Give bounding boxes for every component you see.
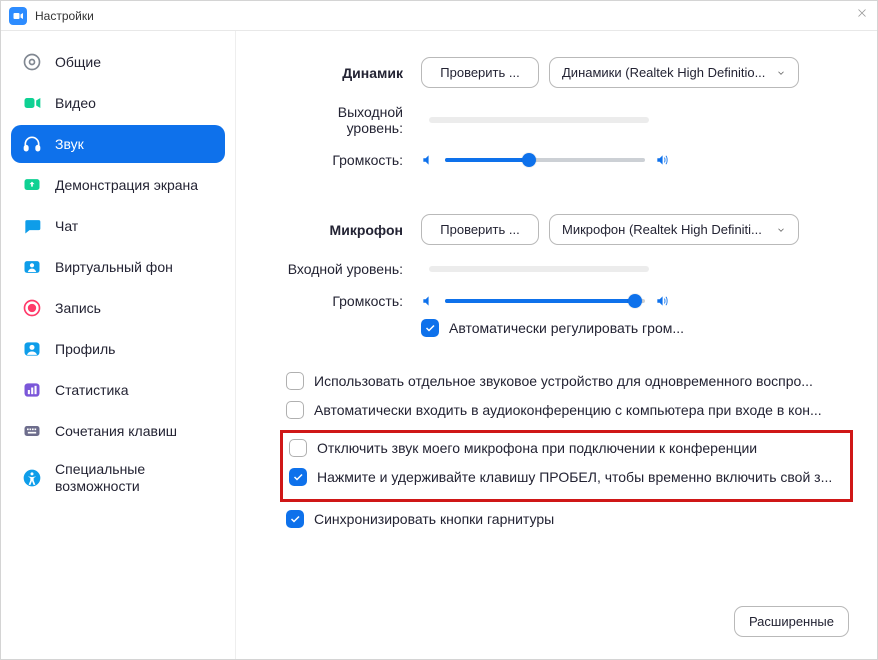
- separate-device-label: Использовать отдельное звуковое устройст…: [314, 372, 847, 391]
- sidebar-item-share-screen[interactable]: Демонстрация экрана: [11, 166, 225, 204]
- output-level-label: Выходной уровень:: [286, 104, 421, 136]
- mic-volume-label: Громкость:: [286, 293, 421, 309]
- speaker-volume-label: Громкость:: [286, 152, 421, 168]
- auto-join-audio-checkbox[interactable]: [286, 401, 304, 419]
- sidebar-item-label: Профиль: [55, 341, 115, 358]
- content-panel: Динамик Проверить ... Динамики (Realtek …: [236, 31, 877, 659]
- sidebar-item-label: Чат: [55, 218, 78, 235]
- sidebar-item-profile[interactable]: Профиль: [11, 330, 225, 368]
- test-mic-button[interactable]: Проверить ...: [421, 214, 539, 245]
- mic-device-select[interactable]: Микрофон (Realtek High Definiti...: [549, 214, 799, 245]
- space-unmute-checkbox[interactable]: [289, 468, 307, 486]
- mute-on-join-label: Отключить звук моего микрофона при подкл…: [317, 439, 844, 458]
- sidebar: Общие Видео Звук Демонстрация экрана Чат…: [1, 31, 236, 659]
- volume-low-icon: [421, 294, 435, 308]
- gear-icon: [21, 51, 43, 73]
- titlebar: Настройки: [1, 1, 877, 31]
- auto-adjust-mic-checkbox[interactable]: [421, 319, 439, 337]
- headphones-icon: [21, 133, 43, 155]
- auto-adjust-mic-label: Автоматически регулировать гром...: [449, 319, 684, 338]
- sidebar-item-chat[interactable]: Чат: [11, 207, 225, 245]
- sidebar-item-statistics[interactable]: Статистика: [11, 371, 225, 409]
- input-level-meter: [429, 266, 847, 272]
- mute-on-join-checkbox[interactable]: [289, 439, 307, 457]
- chat-icon: [21, 215, 43, 237]
- sidebar-item-label: Звук: [55, 136, 84, 153]
- advanced-button[interactable]: Расширенные: [734, 606, 849, 637]
- sidebar-item-accessibility[interactable]: Специальные возможности: [11, 453, 225, 503]
- sidebar-item-label: Сочетания клавиш: [55, 423, 177, 440]
- profile-icon: [21, 338, 43, 360]
- space-unmute-label: Нажмите и удерживайте клавишу ПРОБЕЛ, чт…: [317, 468, 844, 487]
- sync-headset-label: Синхронизировать кнопки гарнитуры: [314, 510, 847, 529]
- sync-headset-checkbox[interactable]: [286, 510, 304, 528]
- speaker-device-select[interactable]: Динамики (Realtek High Definitio...: [549, 57, 799, 88]
- mic-volume-slider[interactable]: [445, 299, 645, 303]
- window-title: Настройки: [35, 9, 94, 23]
- virtual-bg-icon: [21, 256, 43, 278]
- sidebar-item-audio[interactable]: Звук: [11, 125, 225, 163]
- auto-join-audio-label: Автоматически входить в аудиоконференцию…: [314, 401, 847, 420]
- accessibility-icon: [21, 467, 43, 489]
- input-level-label: Входной уровень:: [286, 261, 421, 277]
- sidebar-item-label: Запись: [55, 300, 101, 317]
- sidebar-item-label: Статистика: [55, 382, 129, 399]
- sidebar-item-general[interactable]: Общие: [11, 43, 225, 81]
- sidebar-item-label: Видео: [55, 95, 96, 112]
- sidebar-item-video[interactable]: Видео: [11, 84, 225, 122]
- microphone-section-label: Микрофон: [286, 222, 421, 238]
- volume-high-icon: [655, 153, 669, 167]
- volume-low-icon: [421, 153, 435, 167]
- speaker-section-label: Динамик: [286, 65, 421, 81]
- sidebar-item-label: Демонстрация экрана: [55, 177, 198, 194]
- video-icon: [21, 92, 43, 114]
- speaker-volume-slider[interactable]: [445, 158, 645, 162]
- settings-window: Настройки Общие Видео Звук Демонстрация …: [0, 0, 878, 660]
- test-speaker-button[interactable]: Проверить ...: [421, 57, 539, 88]
- stats-icon: [21, 379, 43, 401]
- output-level-meter: [429, 117, 847, 123]
- sidebar-item-label: Специальные возможности: [55, 461, 215, 495]
- record-icon: [21, 297, 43, 319]
- sidebar-item-keyboard-shortcuts[interactable]: Сочетания клавиш: [11, 412, 225, 450]
- volume-high-icon: [655, 294, 669, 308]
- mic-device-text: Микрофон (Realtek High Definiti...: [562, 222, 770, 237]
- close-icon[interactable]: [855, 6, 869, 25]
- highlighted-options-box: Отключить звук моего микрофона при подкл…: [280, 430, 853, 502]
- app-icon: [9, 7, 27, 25]
- speaker-device-text: Динамики (Realtek High Definitio...: [562, 65, 770, 80]
- sidebar-item-recording[interactable]: Запись: [11, 289, 225, 327]
- share-screen-icon: [21, 174, 43, 196]
- chevron-down-icon: [776, 68, 786, 78]
- sidebar-item-virtual-background[interactable]: Виртуальный фон: [11, 248, 225, 286]
- sidebar-item-label: Виртуальный фон: [55, 259, 173, 276]
- sidebar-item-label: Общие: [55, 54, 101, 71]
- keyboard-icon: [21, 420, 43, 442]
- separate-device-checkbox[interactable]: [286, 372, 304, 390]
- chevron-down-icon: [776, 225, 786, 235]
